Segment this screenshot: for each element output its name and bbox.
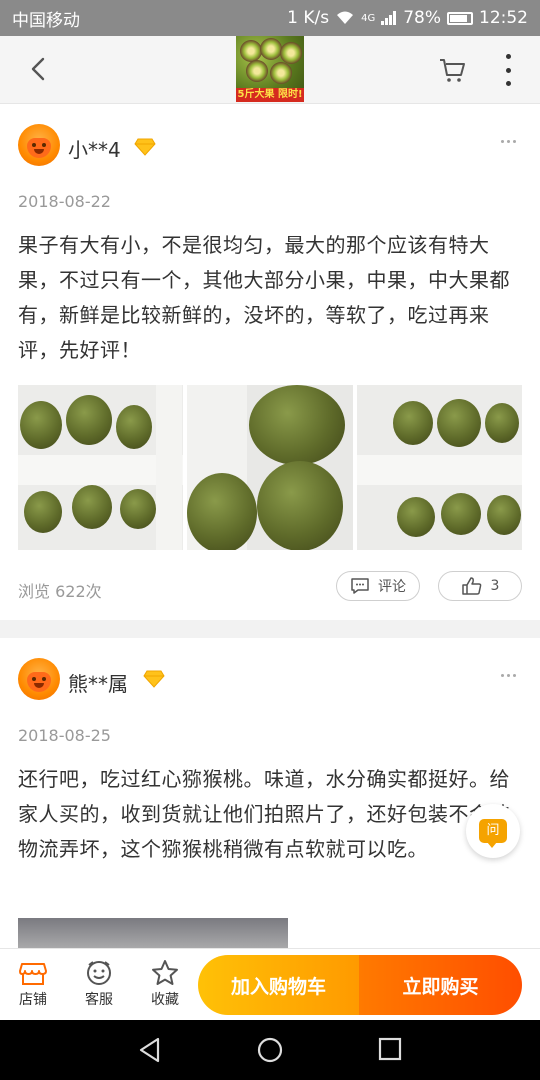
nav-home-icon[interactable] [256,1036,284,1064]
nav-recents-icon[interactable] [377,1036,403,1062]
avatar[interactable] [18,124,60,166]
review-date: 2018-08-25 [18,726,111,745]
buy-now-button[interactable]: 立即购买 [359,955,522,1015]
diamond-badge-icon [143,670,165,688]
store-icon [19,963,47,985]
status-bar: 中国移动 1 K/s 4G 78% 12:52 [0,0,540,36]
reviewer-name[interactable]: 小**4 [68,134,121,163]
review-more-icon[interactable] [501,140,516,143]
star-icon [152,960,178,985]
view-count: 浏览 622次 [18,582,102,601]
top-bar: 5斤大果 限时! [0,36,540,104]
favorite-label: 收藏 [151,992,179,1008]
network-speed: 1 K/s [287,8,330,28]
review-text: 果子有大有小，不是很均匀，最大的那个应该有特大果，不过只有一个，其他大部分小果，… [18,233,510,362]
system-navigation-bar [0,1020,540,1080]
comment-label: 评论 [378,579,406,595]
review-photos [18,385,522,550]
thumbs-up-icon [461,577,481,595]
avatar[interactable] [18,658,60,700]
review-photo[interactable] [18,918,288,948]
diamond-badge-icon [134,138,156,156]
review-photo[interactable] [18,385,184,550]
review-card: 小**4 2018-08-22 果子有大有小，不是很均匀，最大的那个应该有特大果… [0,104,540,620]
cart-icon[interactable] [438,56,466,84]
product-thumbnail[interactable]: 5斤大果 限时! [236,36,304,102]
signal-icon [381,11,397,25]
comment-icon [351,578,369,594]
ask-question-button[interactable]: 问 [466,804,520,858]
nav-back-icon[interactable] [136,1036,164,1064]
clock: 12:52 [479,8,528,28]
ask-icon: 问 [479,819,507,848]
back-arrow-icon[interactable] [24,54,54,84]
review-photo[interactable] [187,385,353,550]
review-photo[interactable] [356,385,522,550]
service-icon [87,961,111,985]
comment-button[interactable]: 评论 [336,571,420,601]
like-count: 3 [490,578,500,594]
review-text: 还行吧，吃过红心猕猴桃。味道，水分确实都挺好。给家人买的，收到货就让他们拍照片了… [18,767,510,861]
network-type: 4G [361,12,376,24]
thumbnail-banner: 5斤大果 限时! [236,88,304,102]
like-button[interactable]: 3 [438,571,522,601]
add-to-cart-button[interactable]: 加入购物车 [198,955,359,1015]
carrier-label: 中国移动 [12,10,80,31]
service-label: 客服 [85,992,113,1008]
reviewer-name[interactable]: 熊**属 [68,668,128,697]
review-more-icon[interactable] [501,674,516,677]
battery-icon [447,11,473,25]
review-card: 熊**属 2018-08-25 还行吧，吃过红心猕猴桃。味道，水分确实都挺好。给… [0,638,540,948]
battery-percent: 78% [403,8,441,28]
bottom-action-bar: 店铺 客服 收藏 加入购物车 立即购买 [0,948,540,1020]
review-date: 2018-08-22 [18,192,111,211]
store-button[interactable]: 店铺 [8,957,58,1009]
store-label: 店铺 [19,992,47,1008]
customer-service-button[interactable]: 客服 [74,957,124,1009]
more-options-icon[interactable] [504,54,512,86]
favorite-button[interactable]: 收藏 [140,957,190,1009]
wifi-icon [337,11,354,24]
